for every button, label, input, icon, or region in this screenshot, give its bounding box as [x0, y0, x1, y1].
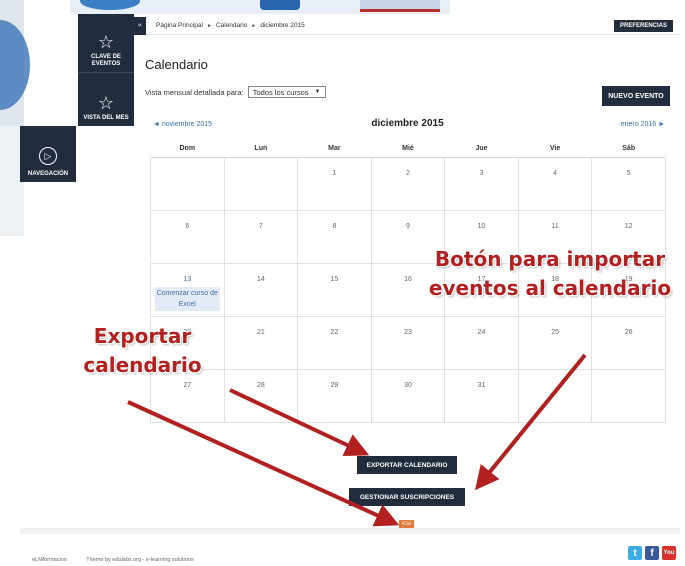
nav-block-label: NAVEGACIÓN [27, 171, 69, 177]
weekday-header: Jue [444, 141, 519, 158]
page-title: Calendario [145, 57, 208, 72]
nav-block-event-keys[interactable]: ☆ CLAVE DE EVENTOS [78, 14, 134, 72]
calendar-day[interactable]: 31 [444, 368, 519, 423]
compass-icon: ▷ [39, 147, 57, 165]
course-filter: Vista mensual detallada para: Todos los … [145, 86, 326, 98]
weekday-header: Dom [150, 141, 225, 158]
calendar-day[interactable]: 22 [297, 315, 372, 370]
calendar-day[interactable]: 24 [444, 315, 519, 370]
star-icon: ☆ [97, 32, 115, 52]
weekday-header: Mié [371, 141, 445, 158]
calendar-week: 1 2 3 4 5 [150, 156, 666, 211]
export-calendar-button[interactable]: EXPORTAR CALENDARIO [357, 456, 457, 474]
chevron-down-icon: ▼ [314, 89, 321, 95]
footer-site-name: eLMformacion [32, 557, 67, 563]
annotation-export-callout: Exportar calendario [83, 324, 202, 377]
weekday-header: Vie [518, 141, 592, 158]
breadcrumb-separator: ► [251, 22, 257, 29]
breadcrumb-calendar-link[interactable]: Calendario [216, 22, 247, 29]
facebook-icon[interactable]: f [645, 546, 659, 560]
breadcrumb: « Página Principal ► Calendario ► diciem… [134, 16, 679, 35]
header-banner-image [70, 0, 450, 14]
nav-block-label: VISTA DEL MES [83, 115, 129, 121]
weekday-header: Sáb [591, 141, 666, 158]
star-icon: ☆ [97, 93, 115, 113]
calendar-day-empty [517, 368, 593, 423]
calendar-day[interactable]: 14 [223, 262, 299, 317]
month-navigation: ◄ noviembre 2015 diciembre 2015 enero 20… [150, 118, 665, 132]
nav-block-label: CLAVE DE EVENTOS [91, 54, 121, 67]
breadcrumb-separator: ► [206, 22, 212, 29]
ical-icon[interactable]: iCal [399, 520, 414, 528]
calendar-day[interactable]: 28 [223, 368, 299, 423]
filter-label: Vista mensual detallada para: [145, 87, 244, 97]
calendar-day[interactable]: 6 [150, 209, 225, 264]
footer: eLMformacion Theme by edulabs.org - e-le… [32, 557, 212, 563]
calendar-day[interactable]: 7 [223, 209, 299, 264]
calendar-day-empty [150, 156, 225, 211]
calendar-day-empty [591, 368, 666, 423]
calendar-day[interactable]: 3 [444, 156, 519, 211]
youtube-icon[interactable]: You [662, 546, 676, 560]
calendar-week: 27 28 29 30 31 [150, 368, 666, 423]
calendar-day-with-event[interactable]: 13 Comenzar curso de Excel [150, 262, 225, 317]
left-background-image [0, 0, 30, 126]
new-event-button[interactable]: NUEVO EVENTO [602, 86, 670, 106]
breadcrumb-home-link[interactable]: Página Principal [156, 22, 203, 29]
manage-subscriptions-button[interactable]: GESTIONAR SUSCRIPCIONES [349, 488, 465, 506]
calendar-day[interactable]: 2 [370, 156, 446, 211]
preferences-button[interactable]: PREFERENCIAS [613, 20, 673, 32]
calendar-day[interactable]: 15 [297, 262, 372, 317]
footer-divider [20, 528, 680, 534]
calendar-day[interactable]: 5 [591, 156, 666, 211]
nav-block-month-view[interactable]: ☆ VISTA DEL MES [78, 72, 134, 126]
calendar-day[interactable]: 30 [370, 368, 446, 423]
calendar-day[interactable]: 1 [297, 156, 372, 211]
annotation-import-callout: Botón para importar eventos al calendari… [428, 247, 672, 300]
footer-theme-credit[interactable]: Theme by edulabs.org - e-learning soluti… [86, 557, 193, 563]
calendar-event-link[interactable]: Comenzar curso de Excel [155, 286, 220, 311]
calendar-day[interactable]: 25 [517, 315, 593, 370]
nav-block-navigation[interactable]: ▷ NAVEGACIÓN [20, 126, 76, 182]
calendar-day[interactable]: 8 [297, 209, 372, 264]
weekday-header: Lun [224, 141, 298, 158]
calendar-day[interactable]: 21 [223, 315, 299, 370]
calendar-day[interactable]: 26 [591, 315, 666, 370]
current-month-title: diciembre 2015 [371, 118, 444, 129]
breadcrumb-current: diciembre 2015 [260, 22, 305, 29]
calendar-day[interactable]: 4 [517, 156, 593, 211]
collapse-sidebar-button[interactable]: « [134, 16, 146, 35]
course-select[interactable]: Todos los cursos ▼ [247, 86, 326, 98]
calendar-day-empty [223, 156, 299, 211]
weekday-header: Mar [297, 141, 372, 158]
course-select-value: Todos los cursos [252, 87, 309, 97]
calendar-day-number[interactable]: 13 [183, 276, 191, 283]
calendar-day[interactable]: 29 [297, 368, 372, 423]
calendar-day[interactable]: 23 [370, 315, 446, 370]
twitter-icon[interactable]: t [628, 546, 642, 560]
calendar-week: 20 21 22 23 24 25 26 [150, 315, 666, 370]
next-month-link[interactable]: enero 2016 ► [621, 121, 665, 128]
